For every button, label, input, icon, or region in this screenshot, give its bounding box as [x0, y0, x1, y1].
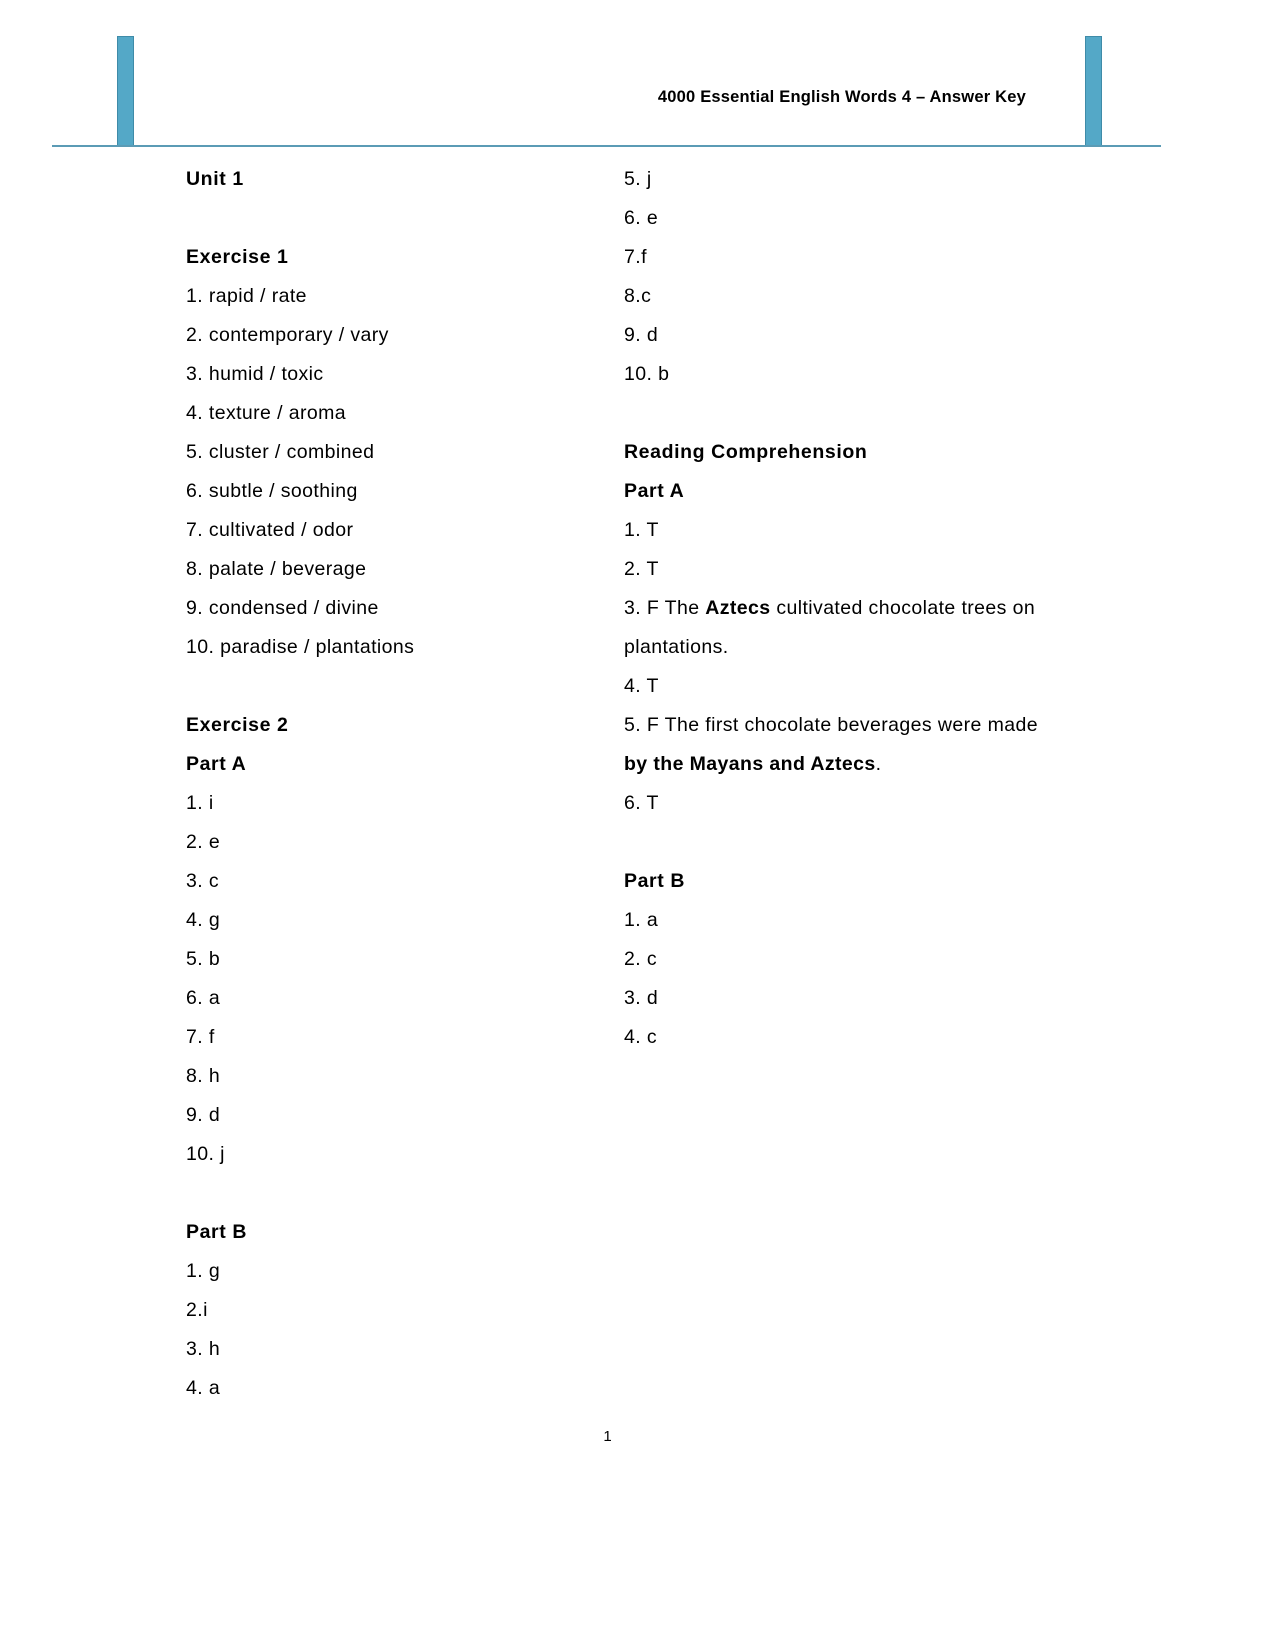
page-number: 1 — [603, 1428, 612, 1445]
list-item: 4. c — [624, 1026, 658, 1048]
list-item: 3. h — [186, 1338, 221, 1360]
list-item: 5. F The first chocolate beverages were … — [624, 706, 1044, 784]
reading-comprehension-heading: Reading Comprehension — [624, 441, 868, 463]
list-item: 10. b — [624, 363, 670, 385]
list-item: 4. a — [186, 1377, 221, 1399]
unit-heading: Unit 1 — [186, 168, 244, 190]
list-item: 1. i — [186, 792, 214, 814]
list-item: 3. d — [624, 987, 659, 1009]
list-item: 2. contemporary / vary — [186, 324, 389, 346]
page-header: 4000 Essential English Words 4 – Answer … — [0, 0, 1275, 150]
exercise-2-part-a-heading: Part A — [186, 753, 247, 775]
list-item: 3. humid / toxic — [186, 363, 324, 385]
reading-part-b-heading: Part B — [624, 870, 686, 892]
list-item: 7. cultivated / odor — [186, 519, 354, 541]
list-item: 5. cluster / combined — [186, 441, 375, 463]
list-item: 9. condensed / divine — [186, 597, 379, 619]
list-item: 6. e — [624, 207, 659, 229]
exercise-2-heading: Exercise 2 — [186, 714, 289, 736]
list-item: 4. g — [186, 909, 221, 931]
list-item: 3. F The Aztecs cultivated chocolate tre… — [624, 589, 1044, 667]
list-item: 10. j — [186, 1143, 225, 1165]
list-item: 5. j — [624, 168, 652, 190]
list-item: 10. paradise / plantations — [186, 636, 415, 658]
list-item: 4. texture / aroma — [186, 402, 347, 424]
list-item: 1. a — [624, 909, 659, 931]
list-item: 8.c — [624, 285, 652, 307]
answer-prefix: 3. F The — [624, 597, 706, 619]
list-item: 1. rapid / rate — [186, 285, 307, 307]
list-item: 5. b — [186, 948, 221, 970]
list-item: 6. subtle / soothing — [186, 480, 358, 502]
right-column: 5. j 6. e 7.f 8.c 9. d 10. b Reading Com… — [624, 160, 1044, 1057]
answer-prefix: 5. F The first chocolate beverages were … — [624, 714, 1038, 736]
list-item: 9. d — [624, 324, 659, 346]
list-item: 4. T — [624, 675, 659, 697]
list-item: 6. T — [624, 792, 659, 814]
list-item: 8. palate / beverage — [186, 558, 367, 580]
exercise-1-heading: Exercise 1 — [186, 246, 289, 268]
header-divider — [52, 145, 1161, 147]
list-item: 2. T — [624, 558, 659, 580]
list-item: 1. g — [186, 1260, 221, 1282]
list-item: 8. h — [186, 1065, 221, 1087]
answer-emphasis: Aztecs — [705, 597, 771, 619]
list-item: 3. c — [186, 870, 220, 892]
reading-part-a-heading: Part A — [624, 480, 685, 502]
left-column: Unit 1 Exercise 1 1. rapid / rate 2. con… — [186, 160, 606, 1408]
exercise-2-part-b-heading: Part B — [186, 1221, 248, 1243]
header-accent-bar-right — [1085, 36, 1102, 147]
answer-emphasis: by the Mayans and Aztecs — [624, 753, 876, 775]
list-item: 6. a — [186, 987, 221, 1009]
list-item: 1. T — [624, 519, 659, 541]
list-item: 2.i — [186, 1299, 208, 1321]
list-item: 2. e — [186, 831, 221, 853]
answer-suffix: . — [875, 753, 882, 775]
list-item: 7.f — [624, 246, 647, 268]
list-item: 2. c — [624, 948, 658, 970]
answer-key-page: 4000 Essential English Words 4 – Answer … — [0, 0, 1275, 1650]
list-item: 7. f — [186, 1026, 215, 1048]
list-item: 9. d — [186, 1104, 221, 1126]
header-title: 4000 Essential English Words 4 – Answer … — [657, 88, 1026, 106]
